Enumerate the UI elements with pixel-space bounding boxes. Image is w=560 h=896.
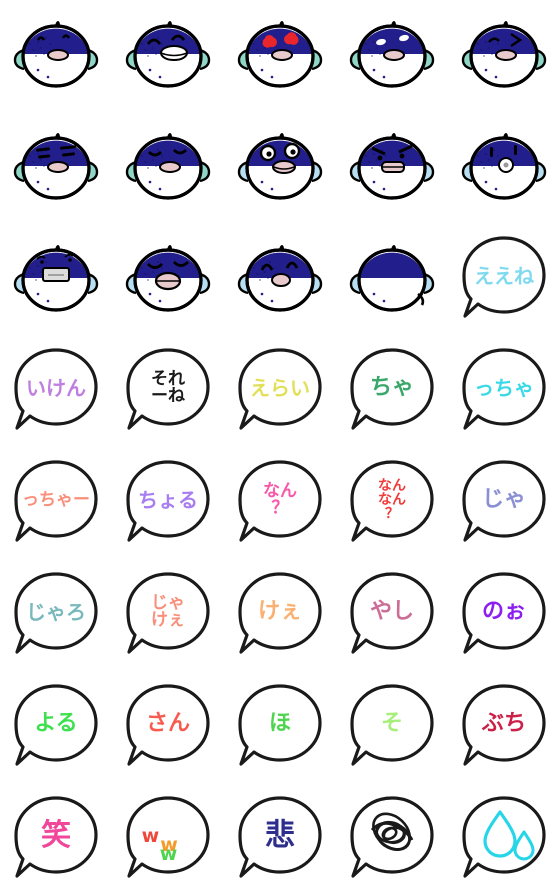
pufferfish-wink[interactable] <box>456 8 552 104</box>
sticker-cell[interactable]: よる <box>0 672 112 784</box>
bubble-yoru[interactable]: よる <box>8 680 104 776</box>
pufferfish-sad[interactable] <box>232 232 328 328</box>
bubble-san[interactable]: さん <box>120 680 216 776</box>
sticker-cell[interactable] <box>336 112 448 224</box>
bubble-warai-kanji[interactable]: 笑 <box>8 792 104 888</box>
sticker-cell[interactable]: やし <box>336 560 448 672</box>
pufferfish-masked[interactable] <box>8 232 104 328</box>
sticker-cell[interactable] <box>448 0 560 112</box>
sticker-cell[interactable] <box>336 0 448 112</box>
sticker-cell[interactable]: ちゃ <box>336 336 448 448</box>
bubble-jakee[interactable]: じゃ けぇ <box>120 568 216 664</box>
bubble-cha[interactable]: ちゃ <box>344 344 440 440</box>
pufferfish-smiling[interactable] <box>120 8 216 104</box>
pufferfish-heart-eyes[interactable] <box>232 8 328 104</box>
bubble-nan-nan-q[interactable]: なん なん？ <box>344 456 440 552</box>
sticker-cell[interactable] <box>0 0 112 112</box>
bubble-sore-ne[interactable]: それ ーね <box>120 344 216 440</box>
pufferfish-neutral-brows[interactable] <box>8 8 104 104</box>
sticker-cell[interactable]: ええね <box>448 224 560 336</box>
sticker-cell[interactable] <box>112 224 224 336</box>
bubble-choru[interactable]: ちょる <box>120 456 216 552</box>
bubble-so[interactable]: そ <box>344 680 440 776</box>
bubble-ho[interactable]: ほ <box>232 680 328 776</box>
sticker-cell[interactable] <box>0 112 112 224</box>
sticker-cell[interactable]: えらい <box>224 336 336 448</box>
bubble-buchi[interactable]: ぶち <box>456 680 552 776</box>
bubble-cchaa[interactable]: っちゃー <box>8 456 104 552</box>
sticker-cell[interactable]: じゃ <box>448 448 560 560</box>
sticker-cell[interactable]: そ <box>336 672 448 784</box>
sticker-cell[interactable]: 悲 <box>224 784 336 896</box>
bubble-www[interactable]: www <box>120 792 216 888</box>
emoji-sticker-sheet: ええね いけん それ ーね えらい ちゃ っちゃ っちゃー ちょる なん？ なんな… <box>0 0 560 896</box>
sticker-cell[interactable]: じゃ けぇ <box>112 560 224 672</box>
sticker-cell[interactable]: ちょる <box>112 448 224 560</box>
sticker-cell[interactable]: っちゃ <box>448 336 560 448</box>
bubble-sweat-drops[interactable] <box>456 792 552 888</box>
bubble-jaro[interactable]: じゃろ <box>8 568 104 664</box>
pufferfish-dizzy-eye[interactable] <box>456 120 552 216</box>
bubble-nan-q[interactable]: なん？ <box>232 456 328 552</box>
sticker-cell[interactable]: それ ーね <box>112 336 224 448</box>
sticker-cell[interactable] <box>224 0 336 112</box>
pufferfish-closed-eyes[interactable] <box>120 120 216 216</box>
sticker-cell[interactable]: なん？ <box>224 448 336 560</box>
bubble-ja[interactable]: じゃ <box>456 456 552 552</box>
sticker-cell[interactable] <box>336 784 448 896</box>
sticker-cell[interactable]: ほ <box>224 672 336 784</box>
bubble-eene[interactable]: ええね <box>456 232 552 328</box>
sticker-cell[interactable]: のぉ <box>448 560 560 672</box>
bubble-iken[interactable]: いけん <box>8 344 104 440</box>
bubble-yashi[interactable]: やし <box>344 568 440 664</box>
pufferfish-angry[interactable] <box>344 120 440 216</box>
sticker-cell[interactable] <box>112 0 224 112</box>
sticker-cell[interactable] <box>112 112 224 224</box>
pufferfish-surprised[interactable] <box>232 120 328 216</box>
sticker-cell[interactable]: なん なん？ <box>336 448 448 560</box>
bubble-ccha[interactable]: っちゃ <box>456 344 552 440</box>
sticker-cell[interactable] <box>448 784 560 896</box>
sticker-cell[interactable]: 笑 <box>0 784 112 896</box>
sticker-cell[interactable]: ぶち <box>448 672 560 784</box>
sticker-cell[interactable] <box>336 224 448 336</box>
bubble-scribble[interactable] <box>344 792 440 888</box>
sticker-cell[interactable]: けぇ <box>224 560 336 672</box>
sticker-cell[interactable] <box>0 224 112 336</box>
pufferfish-side-eyes[interactable] <box>344 8 440 104</box>
sticker-cell[interactable] <box>224 224 336 336</box>
pufferfish-facing-away[interactable] <box>344 232 440 328</box>
bubble-kee[interactable]: けぇ <box>232 568 328 664</box>
bubble-kanashii-kanji[interactable]: 悲 <box>232 792 328 888</box>
sticker-cell[interactable]: さん <box>112 672 224 784</box>
sticker-cell[interactable] <box>448 112 560 224</box>
pufferfish-yawning[interactable] <box>120 232 216 328</box>
sticker-cell[interactable]: じゃろ <box>0 560 112 672</box>
sticker-cell[interactable] <box>224 112 336 224</box>
sticker-cell[interactable]: っちゃー <box>0 448 112 560</box>
sticker-cell[interactable]: www <box>112 784 224 896</box>
bubble-erai[interactable]: えらい <box>232 344 328 440</box>
sticker-cell[interactable]: いけん <box>0 336 112 448</box>
pufferfish-sleepy-lines[interactable] <box>8 120 104 216</box>
bubble-noo[interactable]: のぉ <box>456 568 552 664</box>
